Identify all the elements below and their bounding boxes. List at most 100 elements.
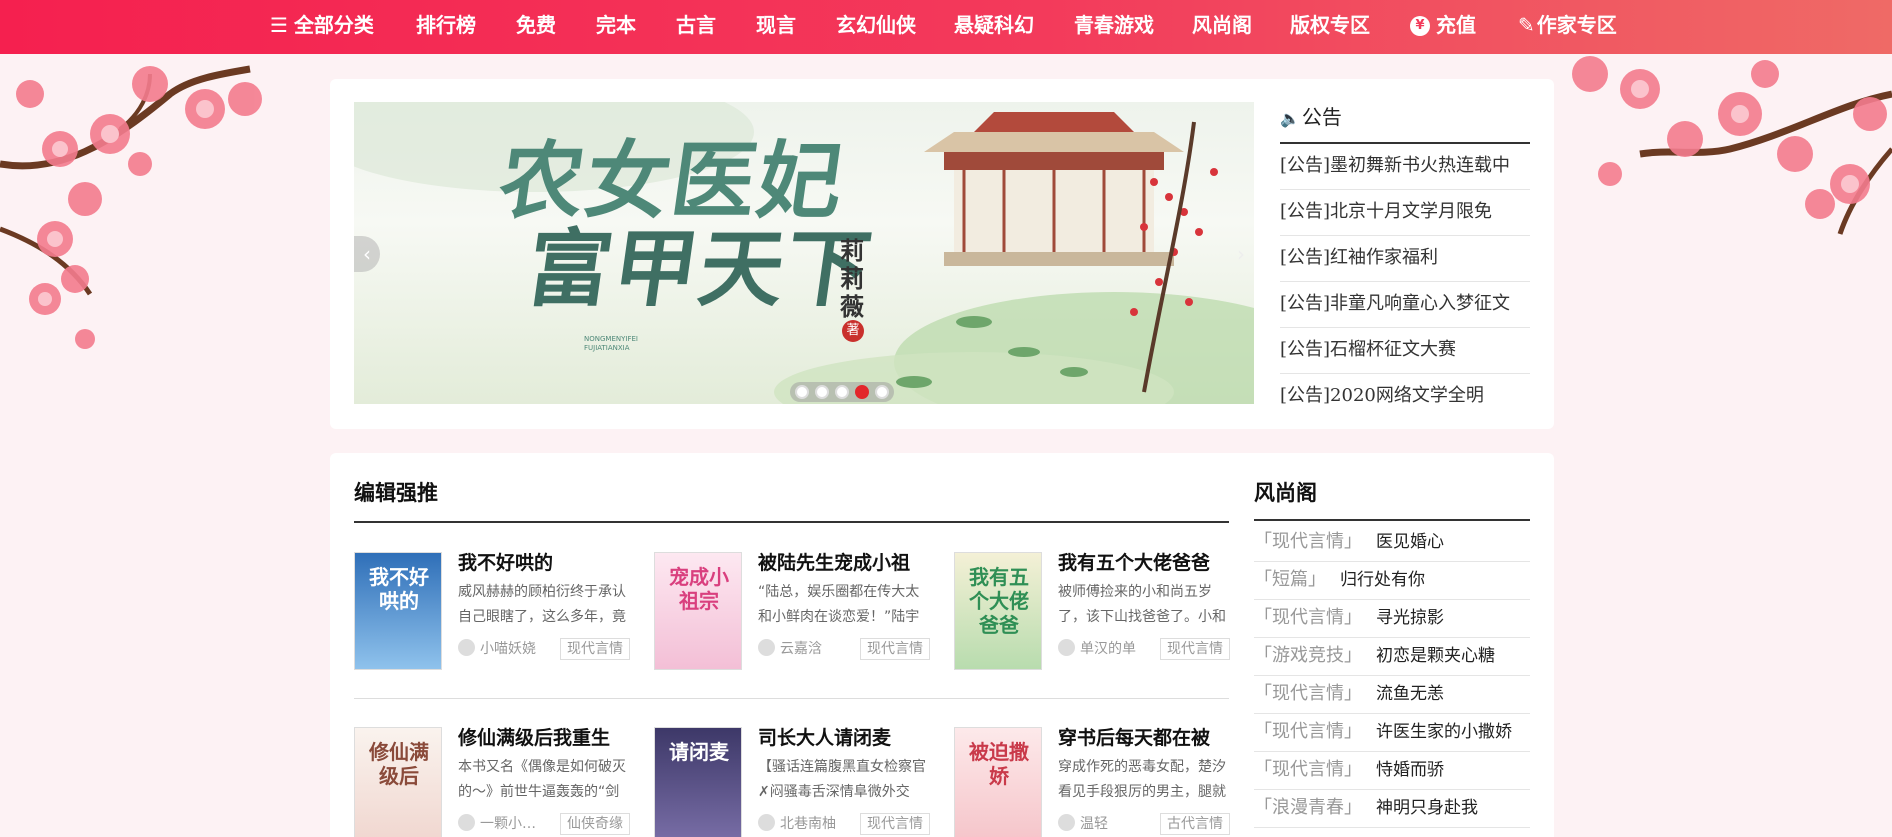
nav-modern-romance[interactable]: 现言 (756, 0, 796, 54)
fashion-list-item[interactable]: 「现代言情」 寻光掠影 (1254, 600, 1530, 638)
book-genre-tag[interactable]: 现代言情 (1160, 638, 1230, 660)
announcement-item[interactable]: [公告]红袖作家福利 (1280, 236, 1530, 282)
fashion-category: 「短篇」 (1254, 569, 1326, 590)
announcement-item[interactable]: [公告]2020网络文学全明 (1280, 374, 1530, 420)
book-title[interactable]: 我不好哄的 (458, 552, 638, 574)
book-card[interactable]: 请闭麦 司长大人请闭麦 【骚话连篇腹黑直女检察官✗闷骚毒舌深情阜微外交 北巷南柚… (654, 727, 944, 837)
nav-label: 完本 (596, 13, 636, 37)
fashion-list-item[interactable]: 「短篇」 归行处有你 (1254, 562, 1530, 600)
book-description: 威风赫赫的顾柏衍终于承认自己眼瞎了，这么多年，竟 (458, 584, 626, 625)
nav-youth-games[interactable]: 青春游戏 (1074, 0, 1154, 54)
author-avatar-icon (758, 814, 775, 831)
book-title[interactable]: 司长大人请闭麦 (758, 727, 938, 749)
nav-author-zone[interactable]: ✎ 作家专区 (1518, 0, 1617, 54)
book-author[interactable]: 温轻 (1058, 813, 1108, 835)
book-author[interactable]: 一颗小… (458, 813, 536, 835)
pen-icon: ✎ (1518, 13, 1535, 37)
nav-ancient-romance[interactable]: 古言 (676, 0, 716, 54)
row-divider (354, 698, 1229, 699)
author-avatar-icon (758, 639, 775, 656)
nav-fantasy[interactable]: 玄幻仙侠 (836, 0, 916, 54)
book-card[interactable]: 宠成小祖宗 被陆先生宠成小祖 “陆总，娱乐圈都在传大太和小鲜肉在谈恋爱！”陆宇 … (654, 552, 944, 682)
book-genre-tag[interactable]: 现代言情 (860, 638, 930, 660)
fashion-list-item[interactable]: 「现代言情」 恃婚而骄 (1254, 752, 1530, 790)
banner-seal: 著 (842, 320, 864, 342)
nav-label: 现言 (756, 13, 796, 37)
fashion-book-name: 寻光掠影 (1376, 608, 1444, 628)
banner-dot[interactable] (835, 385, 849, 399)
section-divider (354, 521, 1229, 523)
author-avatar-icon (1058, 639, 1075, 656)
cover-title: 我不好哄的 (369, 565, 429, 613)
book-cover[interactable]: 宠成小祖宗 (654, 552, 742, 670)
fashion-heading: 风尚阁 (1254, 481, 1317, 505)
cover-title: 被迫撒娇 (969, 740, 1029, 788)
nav-mystery-scifi[interactable]: 悬疑科幻 (954, 0, 1034, 54)
nav-label: 充值 (1436, 13, 1476, 37)
fashion-book-name: 初恋是颗夹心糖 (1376, 646, 1495, 666)
section-divider (1254, 519, 1530, 521)
speaker-icon: 🔈 (1280, 109, 1300, 128)
book-card[interactable]: 被迫撒娇 穿书后每天都在被 穿成作死的恶毒女配，楚汐看见手段狠厉的男主，腿就 温… (954, 727, 1244, 837)
cover-title: 请闭麦 (669, 740, 729, 764)
fashion-list-item[interactable]: 「现代言情」 医见婚心 (1254, 524, 1530, 562)
book-genre-tag[interactable]: 仙侠奇缘 (560, 813, 630, 835)
book-author[interactable]: 单汉的单 (1058, 638, 1136, 660)
banner-dot[interactable] (795, 385, 809, 399)
banner-carousel[interactable]: 农女医妃 富甲天下 莉莉薇 著 NONGMENYIFEI FUJIATIANXI… (354, 102, 1254, 404)
author-name: 单汉的单 (1080, 641, 1136, 657)
nav-ranking[interactable]: 排行榜 (416, 0, 476, 54)
book-cover[interactable]: 请闭麦 (654, 727, 742, 837)
book-author[interactable]: 北巷南柚 (758, 813, 836, 835)
announcement-item[interactable]: [公告]北京十月文学月限免 (1280, 190, 1530, 236)
book-author[interactable]: 小喵妖娆 (458, 638, 536, 660)
book-cover[interactable]: 我不好哄的 (354, 552, 442, 670)
fashion-list-item[interactable]: 「游戏竞技」 初恋是颗夹心糖 (1254, 638, 1530, 676)
cover-title: 我有五个大佬爸爸 (969, 565, 1029, 637)
cherry-blossom-right-decoration (1572, 56, 1892, 235)
fashion-list-item[interactable]: 「浪漫青春」 神明只身赴我 (1254, 790, 1530, 828)
author-avatar-icon (458, 814, 475, 831)
nav-all-categories[interactable]: ☰ 全部分类 (270, 0, 374, 54)
nav-label: 悬疑科幻 (954, 13, 1034, 37)
banner-title-line2: 富甲天下 (520, 219, 879, 318)
banner-dot-active[interactable] (855, 385, 869, 399)
fashion-list-item[interactable]: 「现代言情」 许医生家的小撒娇 (1254, 714, 1530, 752)
nav-label: 作家专区 (1536, 13, 1617, 37)
announcement-item[interactable]: [公告]石榴杯征文大赛 (1280, 328, 1530, 374)
book-genre-tag[interactable]: 现代言情 (560, 638, 630, 660)
nav-fashion[interactable]: 风尚阁 (1192, 0, 1252, 54)
book-cover[interactable]: 我有五个大佬爸爸 (954, 552, 1042, 670)
author-name: 一颗小… (480, 816, 536, 832)
banner-dot[interactable] (875, 385, 889, 399)
fashion-category: 「现代言情」 (1254, 607, 1362, 628)
book-card[interactable]: 我不好哄的 我不好哄的 威风赫赫的顾柏衍终于承认自己眼瞎了，这么多年，竟 小喵妖… (354, 552, 644, 682)
nav-label: 版权专区 (1290, 13, 1370, 37)
fashion-book-name: 归行处有你 (1340, 570, 1425, 590)
book-title[interactable]: 被陆先生宠成小祖 (758, 552, 938, 574)
announcement-item[interactable]: [公告]墨初舞新书火热连载中 (1280, 144, 1530, 190)
nav-completed[interactable]: 完本 (596, 0, 636, 54)
banner-dot[interactable] (815, 385, 829, 399)
book-title[interactable]: 修仙满级后我重生 (458, 727, 638, 749)
nav-recharge[interactable]: ¥ 充值 (1410, 0, 1476, 54)
banner-subtitle-line2: FUJIATIANXIA (584, 344, 630, 352)
author-name: 北巷南柚 (780, 816, 836, 832)
nav-free[interactable]: 免费 (516, 0, 556, 54)
fashion-list-item[interactable]: 「现代言情」 流鱼无恙 (1254, 676, 1530, 714)
book-cover[interactable]: 修仙满级后 (354, 727, 442, 837)
book-description: 被师傅捡来的小和尚五岁了，该下山找爸爸了。小和 (1058, 584, 1226, 625)
fashion-book-name: 医见婚心 (1376, 532, 1444, 552)
book-genre-tag[interactable]: 古代言情 (1160, 813, 1230, 835)
book-author[interactable]: 云嘉浛 (758, 638, 822, 660)
book-cover[interactable]: 被迫撒娇 (954, 727, 1042, 837)
book-title[interactable]: 我有五个大佬爸爸 (1058, 552, 1238, 574)
book-card[interactable]: 我有五个大佬爸爸 我有五个大佬爸爸 被师傅捡来的小和尚五岁了，该下山找爸爸了。小… (954, 552, 1244, 682)
book-title[interactable]: 穿书后每天都在被 (1058, 727, 1238, 749)
nav-copyright[interactable]: 版权专区 (1290, 0, 1370, 54)
announcement-item[interactable]: [公告]非童凡响童心入梦征文 (1280, 282, 1530, 328)
author-avatar-icon (458, 639, 475, 656)
book-card[interactable]: 修仙满级后 修仙满级后我重生 本书又名《偶像是如何破灭的～》前世牛逼轰轰的“剑 … (354, 727, 644, 837)
book-genre-tag[interactable]: 现代言情 (860, 813, 930, 835)
banner-book-title: 农女医妃 富甲天下 (482, 131, 891, 318)
